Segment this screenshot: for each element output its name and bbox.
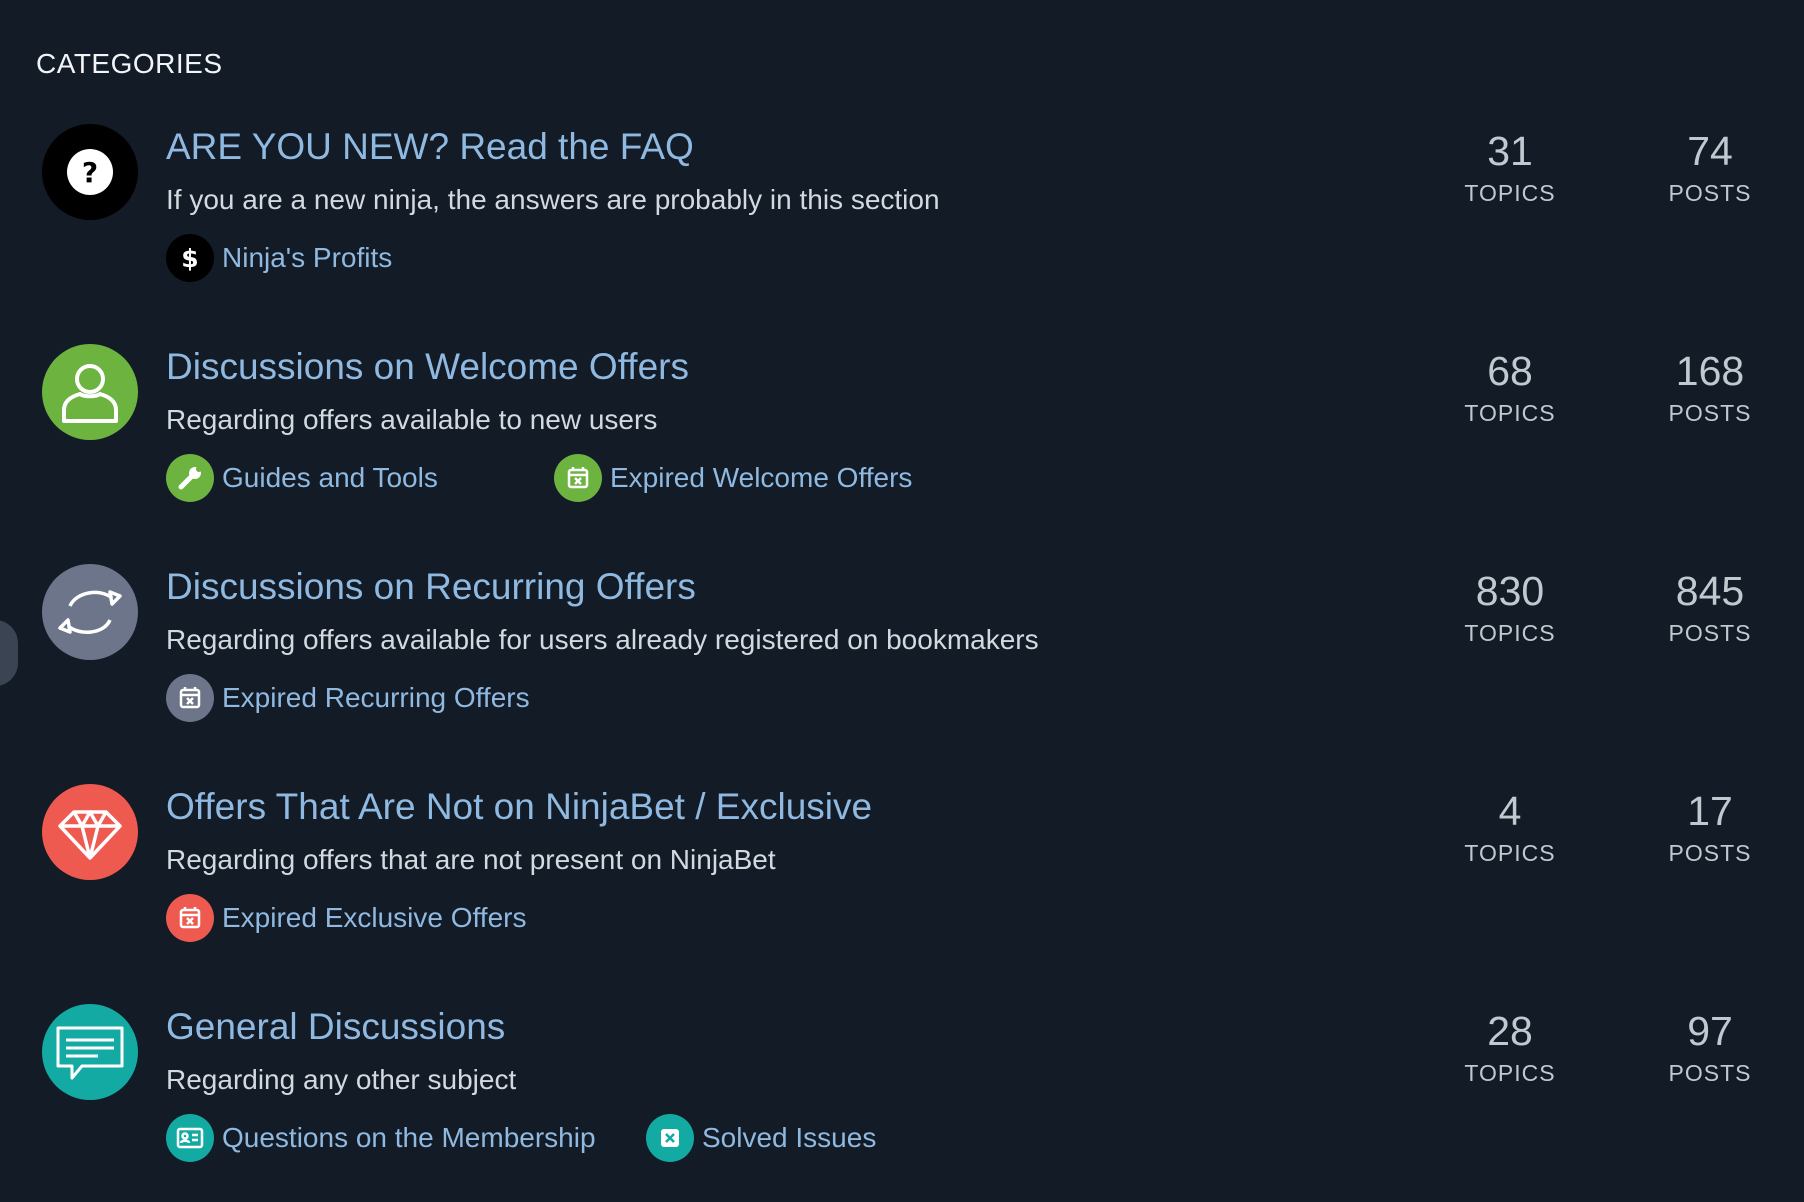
subcategory-link[interactable]: $ Ninja's Profits [166,234,392,282]
category-title[interactable]: Discussions on Recurring Offers [166,566,696,608]
posts-count: 168 [1675,348,1745,394]
category-description: Regarding offers available to new users [166,404,658,435]
user-icon[interactable] [42,344,138,440]
categories-page: CATEGORIES ? ARE YOU NEW? Read the FAQ I… [0,0,1804,1202]
category-row: General Discussions Regarding any other … [0,1004,1804,1202]
category-row: ? ARE YOU NEW? Read the FAQ If you are a… [0,124,1804,324]
chat-icon[interactable] [42,1004,138,1100]
topics-label: TOPICS [1464,840,1556,866]
topics-stat: 68 TOPICS [1430,344,1590,427]
topics-stat: 31 TOPICS [1430,124,1590,207]
refresh-icon[interactable] [42,564,138,660]
category-title[interactable]: Discussions on Welcome Offers [166,346,689,388]
topics-count: 31 [1487,128,1533,174]
posts-label: POSTS [1668,840,1752,866]
posts-stat: 97 POSTS [1630,1004,1790,1087]
subcategory-link[interactable]: Expired Welcome Offers [554,454,912,502]
subcategory-link[interactable]: Solved Issues [646,1114,876,1162]
topics-label: TOPICS [1464,180,1556,206]
subcategory-link[interactable]: Expired Recurring Offers [166,674,530,722]
posts-label: POSTS [1668,1060,1752,1086]
topics-stat: 4 TOPICS [1430,784,1590,867]
category-description: Regarding offers available for users alr… [166,624,1039,655]
calendar-x-icon [166,894,214,942]
subcategory-link[interactable]: Guides and Tools [166,454,438,502]
id-card-icon [166,1114,214,1162]
posts-label: POSTS [1668,620,1752,646]
calendar-x-icon [554,454,602,502]
category-description: If you are a new ninja, the answers are … [166,184,940,215]
topics-count: 68 [1487,348,1533,394]
subcategory-label: Guides and Tools [222,462,438,493]
category-row: Offers That Are Not on NinjaBet / Exclus… [0,784,1804,984]
posts-stat: 845 POSTS [1630,564,1790,647]
subcategory-link[interactable]: Questions on the Membership [166,1114,596,1162]
topics-count: 28 [1487,1008,1533,1054]
posts-label: POSTS [1668,400,1752,426]
question-icon[interactable]: ? [42,124,138,220]
subcategory-label: Solved Issues [702,1122,877,1153]
posts-label: POSTS [1668,180,1752,206]
category-description: Regarding offers that are not present on… [166,844,776,875]
posts-stat: 74 POSTS [1630,124,1790,207]
posts-count: 845 [1675,568,1745,614]
svg-text:$: $ [181,244,198,273]
subcategory-label: Expired Exclusive Offers [222,902,527,933]
topics-count: 4 [1498,788,1522,834]
wrench-icon [166,454,214,502]
subcategory-label: Questions on the Membership [222,1122,596,1153]
topics-label: TOPICS [1464,620,1556,646]
diamond-icon[interactable] [42,784,138,880]
calendar-x-icon [166,674,214,722]
topics-label: TOPICS [1464,1060,1556,1086]
section-title: CATEGORIES [36,48,223,79]
category-title[interactable]: Offers That Are Not on NinjaBet / Exclus… [166,786,872,828]
posts-stat: 168 POSTS [1630,344,1790,427]
topics-count: 830 [1475,568,1545,614]
topics-label: TOPICS [1464,400,1556,426]
posts-count: 17 [1687,788,1733,834]
posts-count: 97 [1687,1008,1733,1054]
subcategory-label: Expired Welcome Offers [610,462,913,493]
category-row: Discussions on Recurring Offers Regardin… [0,564,1804,764]
close-square-icon [646,1114,694,1162]
category-row: Discussions on Welcome Offers Regarding … [0,344,1804,544]
topics-stat: 28 TOPICS [1430,1004,1590,1087]
subcategory-link[interactable]: Expired Exclusive Offers [166,894,527,942]
topics-stat: 830 TOPICS [1430,564,1590,647]
subcategory-label: Ninja's Profits [222,242,393,273]
subcategory-label: Expired Recurring Offers [222,682,530,713]
dollar-icon: $ [166,234,214,282]
svg-text:?: ? [82,156,98,189]
category-title[interactable]: ARE YOU NEW? Read the FAQ [166,126,694,168]
category-description: Regarding any other subject [166,1064,517,1095]
category-title[interactable]: General Discussions [166,1006,505,1048]
posts-stat: 17 POSTS [1630,784,1790,867]
posts-count: 74 [1687,128,1733,174]
